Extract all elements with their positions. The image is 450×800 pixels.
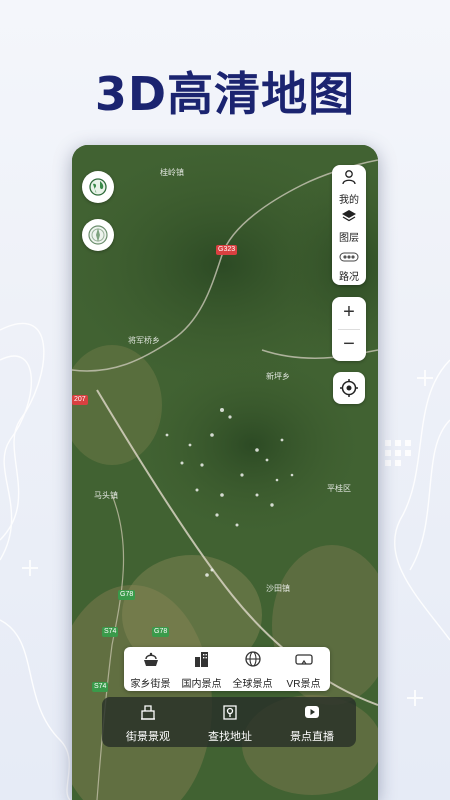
place-label: 马头镇 [94,491,118,500]
my-profile-label: 我的 [339,195,359,206]
street-view-icon [141,705,155,720]
domestic-attractions-button[interactable]: 国内景点 [176,650,227,690]
layers-label: 图层 [339,233,359,244]
find-address-button[interactable]: 查找地址 [188,703,272,744]
attraction-live-label: 景点直播 [290,731,334,743]
street-view-button[interactable]: 街景景观 [106,703,190,744]
layers-button[interactable]: 图层 [332,209,366,244]
hometown-streetview-button[interactable]: 家乡街景 [125,650,176,690]
vr-attractions-button[interactable]: VR景点 [278,650,329,690]
zoom-controls: + − [332,297,366,361]
person-icon [342,170,356,185]
place-label: 新坪乡 [266,372,290,381]
hometown-label: 家乡街景 [130,679,171,690]
vr-icon [294,654,313,665]
layers-icon [342,210,356,222]
phone-map-frame: G323 207 G78 S74 G78 S74 桂岭镇 马头镇 沙田镇 新坪乡… [72,145,378,800]
road-label: G78 [152,627,170,637]
domestic-attractions-label: 国内景点 [181,679,222,690]
zoom-in-button[interactable]: + [332,297,366,329]
road-label: G78 [118,590,136,600]
globe-view-button[interactable] [82,171,114,203]
global-attractions-label: 全球景点 [232,679,273,690]
map-tools-panel: 我的 图层 路况 [332,165,366,285]
map-search-icon [223,705,237,720]
bottom-nav-bar: 街景景观 查找地址 景点直播 [102,697,356,747]
traffic-icon [339,252,359,262]
find-address-label: 查找地址 [208,731,252,743]
zoom-out-button[interactable]: − [332,329,366,361]
street-view-label: 街景景观 [126,731,170,743]
road-label: S74 [92,682,109,692]
my-profile-button[interactable]: 我的 [332,169,366,206]
globe-icon [89,178,107,196]
live-play-icon [305,706,319,718]
locate-icon [340,379,358,397]
road-label: G323 [216,245,238,255]
locate-button[interactable] [333,372,365,404]
compass-button[interactable] [82,219,114,251]
headline-title: 3D高清地图 [94,67,356,121]
vr-attractions-label: VR景点 [286,679,321,690]
place-label: 桂岭镇 [160,168,184,177]
globe-icon [244,651,261,667]
road-label: S74 [102,627,119,637]
attraction-live-button[interactable]: 景点直播 [270,703,354,744]
road-label: 207 [72,395,88,405]
hometown-icon [143,652,158,666]
feature-bar: 家乡街景 国内景点 全球景点 VR景点 [124,647,330,691]
global-attractions-button[interactable]: 全球景点 [227,650,278,690]
traffic-label: 路况 [339,272,359,283]
place-label: 将军桥乡 [128,336,160,345]
traffic-button[interactable]: 路况 [332,249,366,283]
compass-icon [88,225,108,245]
buildings-icon [194,652,208,667]
place-label: 沙田镇 [266,584,290,593]
place-label: 平桂区 [327,484,351,493]
